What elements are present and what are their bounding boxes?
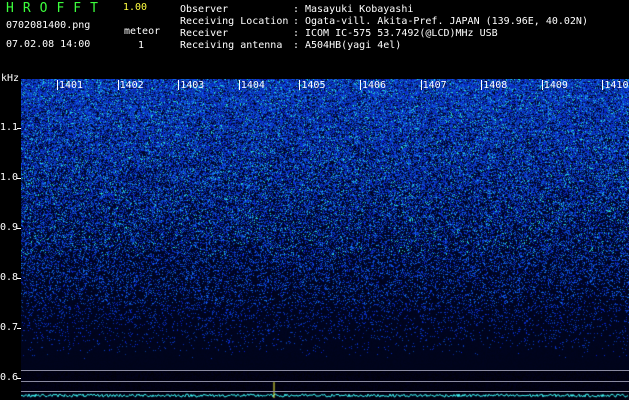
- info-value: ICOM IC-575 53.7492(@LCD)MHz USB: [305, 28, 498, 39]
- x-tick-label: 1405: [301, 80, 326, 91]
- info-value: A504HB(yagi 4el): [305, 40, 402, 51]
- x-tick-label: 1409: [543, 80, 568, 91]
- x-tick-mark: [299, 80, 301, 90]
- y-axis-unit: kHz: [1, 73, 20, 84]
- info-sep: :: [293, 40, 300, 51]
- y-tick-mark: [17, 278, 21, 279]
- app-version: 1.00: [123, 2, 148, 13]
- info-key: Receiving antenna: [180, 40, 283, 51]
- date-time: 07.02.08 14:00: [6, 39, 91, 50]
- x-tick-mark: [178, 80, 180, 90]
- file-name: 0702081400.png: [6, 20, 91, 31]
- info-receiver: Receiver: ICOM IC-575 53.7492(@LCD)MHz US…: [180, 29, 498, 39]
- info-sep: :: [293, 16, 300, 27]
- x-tick-label: 1403: [180, 80, 205, 91]
- grid-line: [21, 370, 629, 371]
- x-tick-mark: [602, 80, 604, 90]
- y-tick-mark: [17, 328, 21, 329]
- info-antenna: Receiving antenna: A504HB(yagi 4el): [180, 41, 401, 51]
- info-value: Masayuki Kobayashi: [305, 4, 414, 15]
- spectrogram-canvas: [21, 79, 629, 400]
- x-tick-mark: [57, 80, 58, 90]
- y-tick-mark: [17, 178, 21, 179]
- x-tick-label: 1410: [604, 80, 629, 91]
- x-tick-label: 1401: [59, 80, 84, 91]
- y-tick-mark: [17, 378, 21, 379]
- info-value: Ogata-vill. Akita-Pref. JAPAN (139.96E, …: [305, 16, 588, 27]
- info-sep: :: [293, 28, 300, 39]
- x-tick-label: 1406: [362, 80, 387, 91]
- x-tick-label: 1408: [483, 80, 508, 91]
- x-tick-mark: [481, 80, 483, 90]
- info-key: Receiver: [180, 28, 229, 39]
- info-key: Receiving Location: [180, 16, 289, 27]
- spectrogram: [21, 79, 629, 400]
- info-sep: :: [293, 4, 300, 15]
- x-tick-mark: [541, 80, 543, 90]
- x-tick-label: 1402: [119, 80, 144, 91]
- x-tick-mark: [238, 80, 240, 90]
- info-observer: Observer: Masayuki Kobayashi: [180, 5, 413, 15]
- info-location: Receiving Location: Ogata-vill. Akita-Pre…: [180, 17, 588, 27]
- x-tick-mark: [420, 80, 422, 90]
- meteor-count: 1: [138, 40, 145, 51]
- x-tick-mark: [360, 80, 361, 90]
- x-tick-label: 1407: [422, 80, 447, 91]
- grid-line: [21, 381, 629, 382]
- y-tick-mark: [17, 128, 21, 129]
- x-tick-label: 1404: [240, 80, 265, 91]
- meteor-label: meteor: [124, 26, 161, 37]
- info-key: Observer: [180, 4, 229, 15]
- x-tick-mark: [117, 80, 119, 90]
- grid-line: [21, 391, 629, 392]
- app-title: HROFFT: [6, 1, 107, 16]
- y-tick-mark: [17, 228, 21, 229]
